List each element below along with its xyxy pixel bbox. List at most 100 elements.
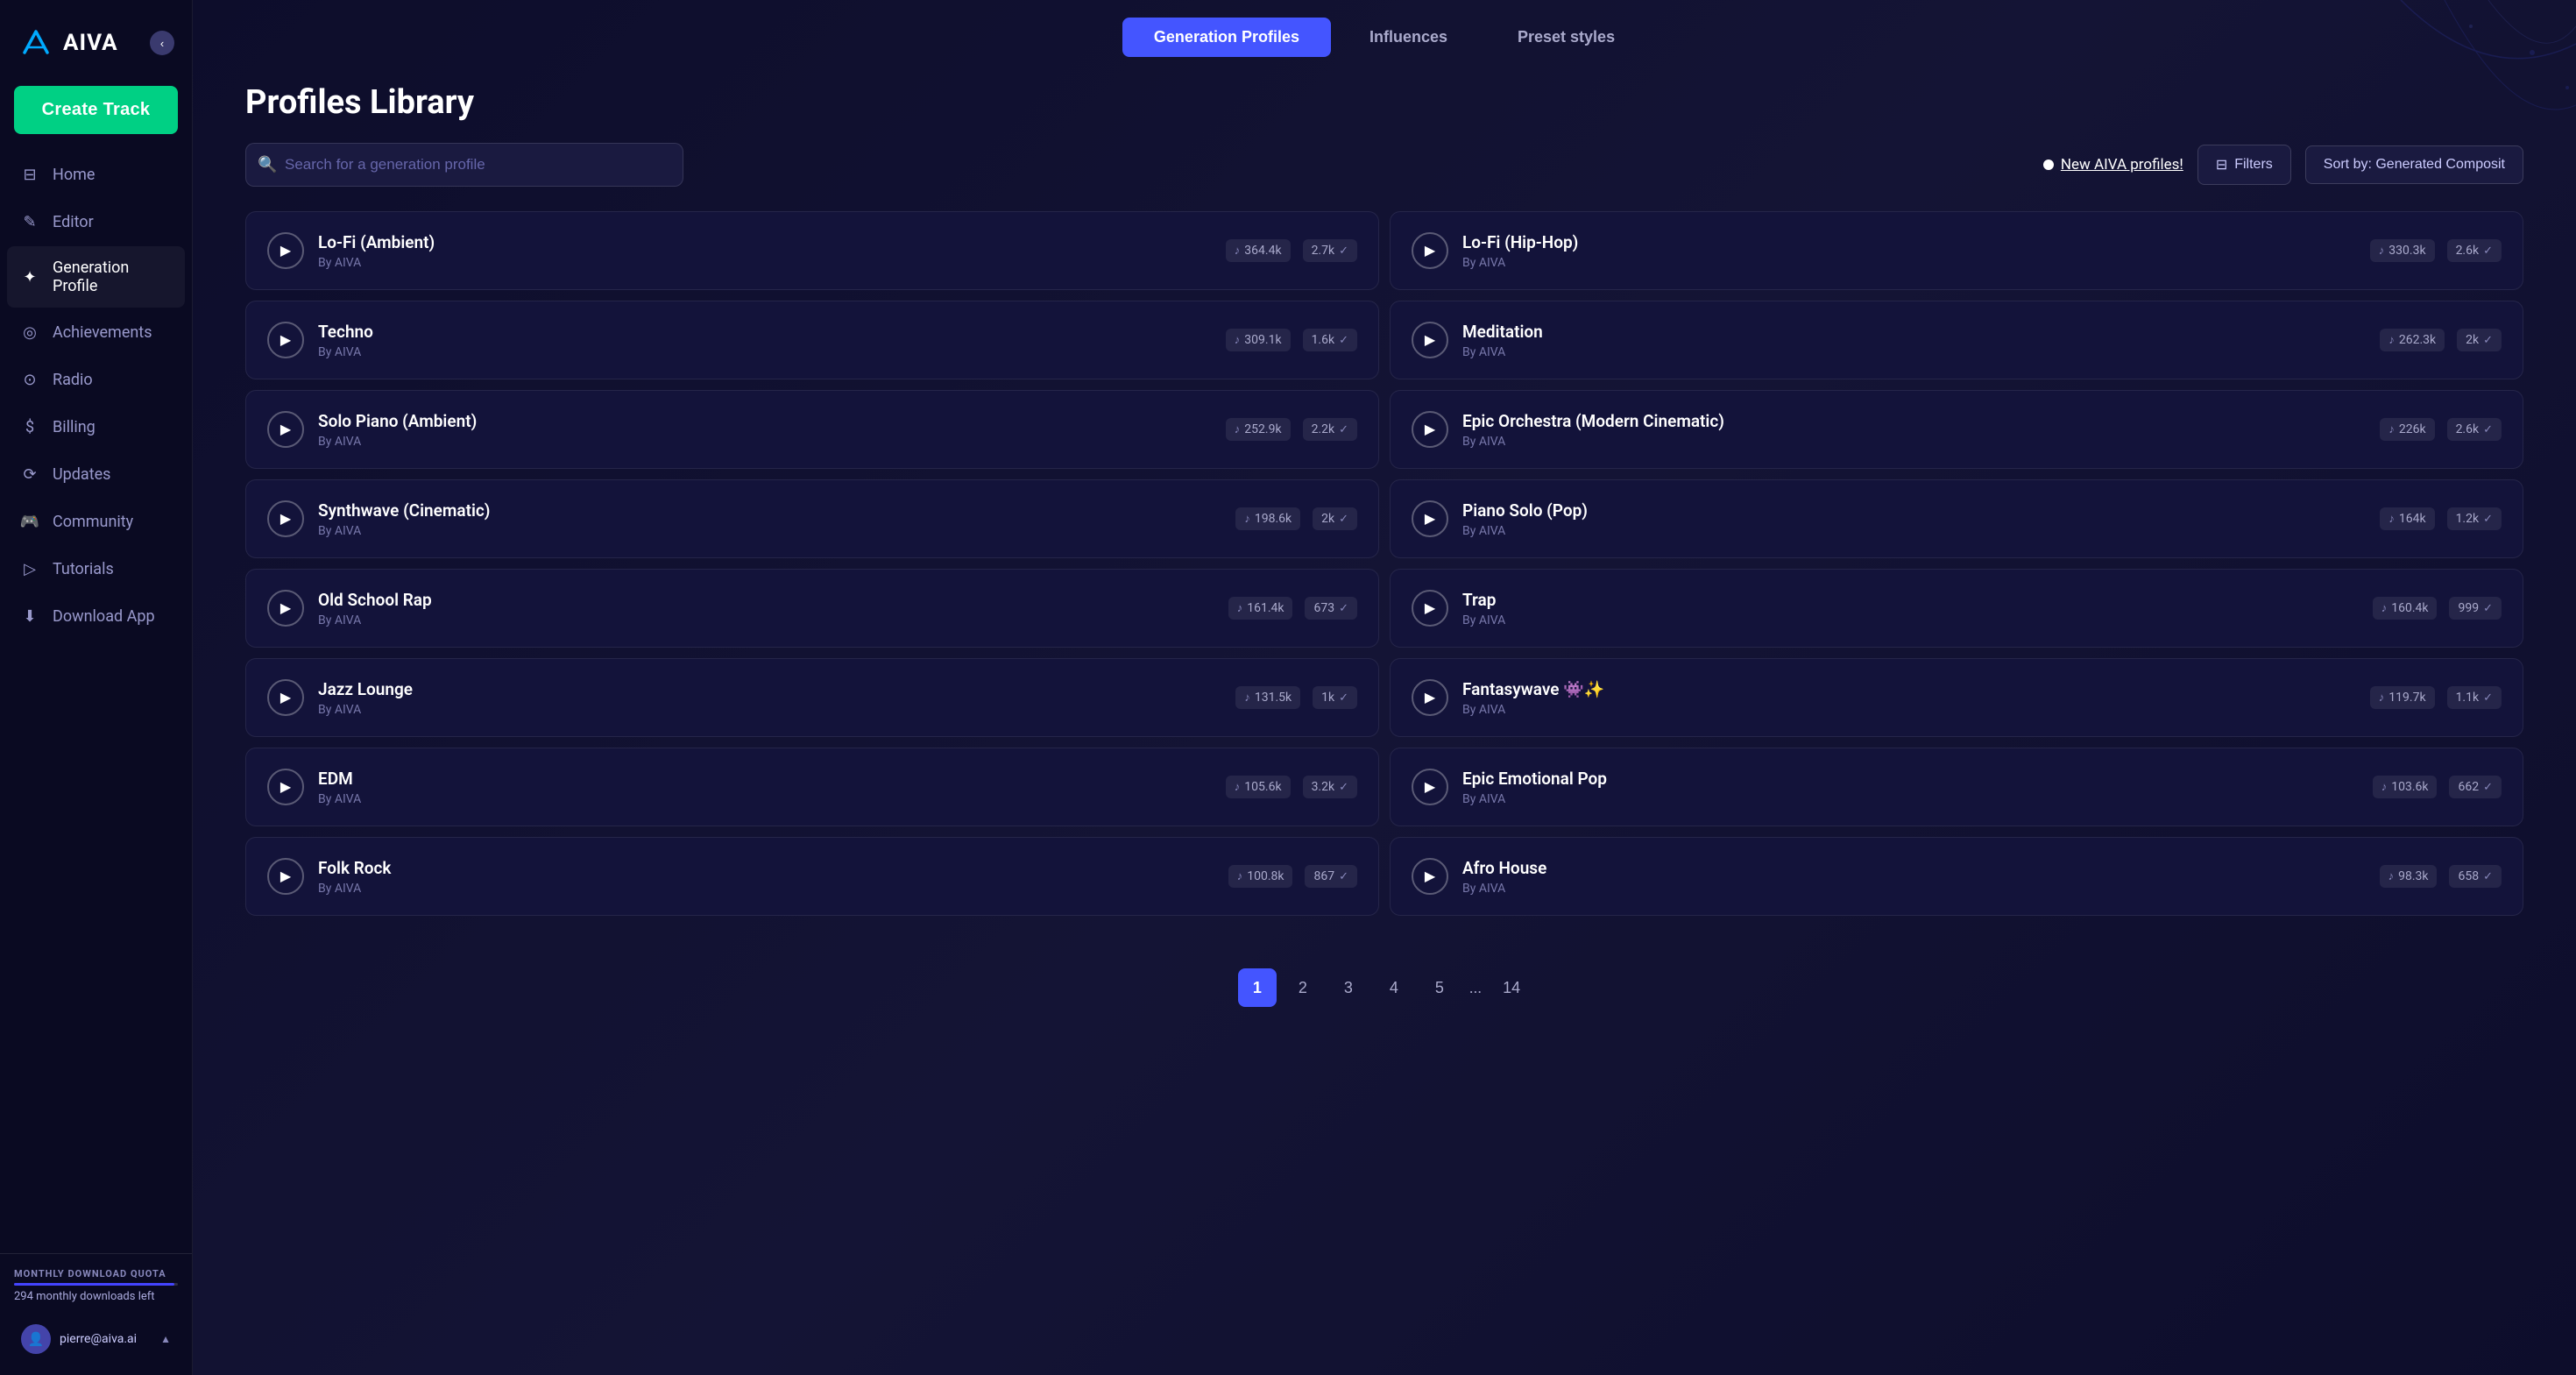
play-button[interactable]: ▶ [1412, 858, 1448, 895]
verified-icon: ✓ [1339, 245, 1348, 258]
play-button[interactable]: ▶ [267, 411, 304, 448]
play-button[interactable]: ▶ [1412, 232, 1448, 269]
tab-preset-styles[interactable]: Preset styles [1486, 18, 1646, 57]
play-button[interactable]: ▶ [1412, 769, 1448, 805]
user-profile[interactable]: 👤 pierre@aiva.ai ▲ [14, 1317, 178, 1361]
page-btn-2[interactable]: 2 [1284, 968, 1322, 1007]
sidebar-item-download-app[interactable]: ⬇ Download App [7, 593, 185, 639]
play-button[interactable]: ▶ [1412, 322, 1448, 358]
sidebar-nav: ⊟ Home ✎ Editor ✦ Generation Profile ◎ A… [0, 152, 192, 1253]
like-count: 999 ✓ [2449, 597, 2502, 620]
profile-author: By AIVA [318, 256, 1212, 270]
search-bar-row: 🔍 New AIVA profiles! ⊟ Filters Sort by: … [245, 143, 2523, 187]
profile-card[interactable]: ▶ Piano Solo (Pop) By AIVA ♪ 164k 1.2k ✓ [1390, 479, 2523, 558]
play-button[interactable]: ▶ [1412, 411, 1448, 448]
download-app-icon: ⬇ [19, 606, 40, 627]
profile-card[interactable]: ▶ Techno By AIVA ♪ 309.1k 1.6k ✓ [245, 301, 1379, 379]
profile-card[interactable]: ▶ Fantasywave 👾✨ By AIVA ♪ 119.7k 1.1k ✓ [1390, 658, 2523, 737]
play-button[interactable]: ▶ [267, 679, 304, 716]
profile-stats: ♪ 262.3k 2k ✓ [2380, 329, 2502, 351]
profile-card[interactable]: ▶ Solo Piano (Ambient) By AIVA ♪ 252.9k … [245, 390, 1379, 469]
profile-card[interactable]: ▶ EDM By AIVA ♪ 105.6k 3.2k ✓ [245, 748, 1379, 826]
play-button[interactable]: ▶ [267, 769, 304, 805]
sidebar-item-radio[interactable]: ⊙ Radio [7, 357, 185, 402]
sort-button[interactable]: Sort by: Generated Composit [2305, 145, 2523, 184]
profile-stats: ♪ 119.7k 1.1k ✓ [2370, 686, 2502, 709]
profile-card[interactable]: ▶ Epic Emotional Pop By AIVA ♪ 103.6k 66… [1390, 748, 2523, 826]
sidebar-collapse-button[interactable]: ‹ [150, 31, 174, 55]
sidebar-item-editor[interactable]: ✎ Editor [7, 199, 185, 245]
play-button[interactable]: ▶ [1412, 590, 1448, 627]
profile-card[interactable]: ▶ Trap By AIVA ♪ 160.4k 999 ✓ [1390, 569, 2523, 648]
sidebar-bottom: MONTHLY DOWNLOAD QUOTA 294 monthly downl… [0, 1253, 192, 1375]
like-count-value: 2k [1321, 512, 1334, 526]
sidebar-item-generation-profile[interactable]: ✦ Generation Profile [7, 246, 185, 308]
play-button[interactable]: ▶ [267, 322, 304, 358]
sidebar-item-community[interactable]: 🎮 Community [7, 499, 185, 544]
profile-card[interactable]: ▶ Epic Orchestra (Modern Cinematic) By A… [1390, 390, 2523, 469]
new-aiva-profiles-button[interactable]: New AIVA profiles! [2043, 156, 2183, 174]
sidebar-item-label: Achievements [53, 323, 152, 342]
sidebar-item-tutorials[interactable]: ▷ Tutorials [7, 546, 185, 592]
music-note-icon: ♪ [2388, 512, 2395, 526]
play-count: ♪ 98.3k [2380, 865, 2438, 888]
profile-card[interactable]: ▶ Jazz Lounge By AIVA ♪ 131.5k 1k ✓ [245, 658, 1379, 737]
profile-card[interactable]: ▶ Afro House By AIVA ♪ 98.3k 658 ✓ [1390, 837, 2523, 916]
profile-card[interactable]: ▶ Old School Rap By AIVA ♪ 161.4k 673 ✓ [245, 569, 1379, 648]
profile-card[interactable]: ▶ Lo-Fi (Ambient) By AIVA ♪ 364.4k 2.7k … [245, 211, 1379, 290]
profile-info: Lo-Fi (Hip-Hop) By AIVA [1462, 232, 2356, 270]
profile-card[interactable]: ▶ Lo-Fi (Hip-Hop) By AIVA ♪ 330.3k 2.6k … [1390, 211, 2523, 290]
search-input[interactable] [245, 143, 683, 187]
filters-button[interactable]: ⊟ Filters [2197, 145, 2291, 185]
like-count: 1k ✓ [1313, 686, 1357, 709]
tab-generation-profiles[interactable]: Generation Profiles [1122, 18, 1331, 57]
new-dot-icon [2043, 159, 2054, 170]
like-count: 1.6k ✓ [1303, 329, 1357, 351]
profile-info: Meditation By AIVA [1462, 322, 2366, 359]
profile-author: By AIVA [318, 524, 1221, 538]
tab-influences[interactable]: Influences [1338, 18, 1479, 57]
play-button[interactable]: ▶ [267, 590, 304, 627]
profile-name: Fantasywave 👾✨ [1462, 679, 2356, 699]
play-button[interactable]: ▶ [1412, 500, 1448, 537]
like-count: 658 ✓ [2449, 865, 2502, 888]
profile-stats: ♪ 161.4k 673 ✓ [1228, 597, 1357, 620]
profile-card[interactable]: ▶ Synthwave (Cinematic) By AIVA ♪ 198.6k… [245, 479, 1379, 558]
profile-card[interactable]: ▶ Folk Rock By AIVA ♪ 100.8k 867 ✓ [245, 837, 1379, 916]
editor-icon: ✎ [19, 211, 40, 232]
play-count-value: 252.9k [1244, 422, 1281, 436]
profile-stats: ♪ 198.6k 2k ✓ [1235, 507, 1357, 530]
page-btn-3[interactable]: 3 [1329, 968, 1368, 1007]
page-btn-1[interactable]: 1 [1238, 968, 1277, 1007]
sidebar-item-billing[interactable]: $ Billing [7, 404, 185, 450]
profile-author: By AIVA [1462, 435, 2366, 449]
page-btn-14[interactable]: 14 [1492, 968, 1531, 1007]
sidebar-item-home[interactable]: ⊟ Home [7, 152, 185, 197]
like-count-value: 2.7k [1312, 244, 1335, 258]
like-count-value: 2.2k [1312, 422, 1335, 436]
sidebar-item-achievements[interactable]: ◎ Achievements [7, 309, 185, 355]
like-count-value: 658 [2458, 869, 2479, 883]
create-track-button[interactable]: Create Track [14, 86, 178, 134]
music-note-icon: ♪ [2388, 869, 2395, 883]
profile-name: Folk Rock [318, 858, 1214, 878]
quota-bar-fill [14, 1283, 174, 1286]
sidebar-item-label: Tutorials [53, 560, 114, 578]
play-button[interactable]: ▶ [267, 232, 304, 269]
profile-card[interactable]: ▶ Meditation By AIVA ♪ 262.3k 2k ✓ [1390, 301, 2523, 379]
page-btn-4[interactable]: 4 [1375, 968, 1413, 1007]
profile-name: Meditation [1462, 322, 2366, 342]
verified-icon: ✓ [1339, 334, 1348, 347]
verified-icon: ✓ [2483, 870, 2493, 883]
sidebar-item-updates[interactable]: ⟳ Updates [7, 451, 185, 497]
play-button[interactable]: ▶ [1412, 679, 1448, 716]
play-button[interactable]: ▶ [267, 858, 304, 895]
profile-author: By AIVA [1462, 792, 2359, 806]
music-note-icon: ♪ [1235, 780, 1241, 794]
play-count: ♪ 103.6k [2373, 776, 2438, 798]
play-count: ♪ 309.1k [1226, 329, 1291, 351]
profile-stats: ♪ 226k 2.6k ✓ [2380, 418, 2502, 441]
page-btn-5[interactable]: 5 [1420, 968, 1459, 1007]
profile-author: By AIVA [318, 613, 1214, 627]
play-button[interactable]: ▶ [267, 500, 304, 537]
